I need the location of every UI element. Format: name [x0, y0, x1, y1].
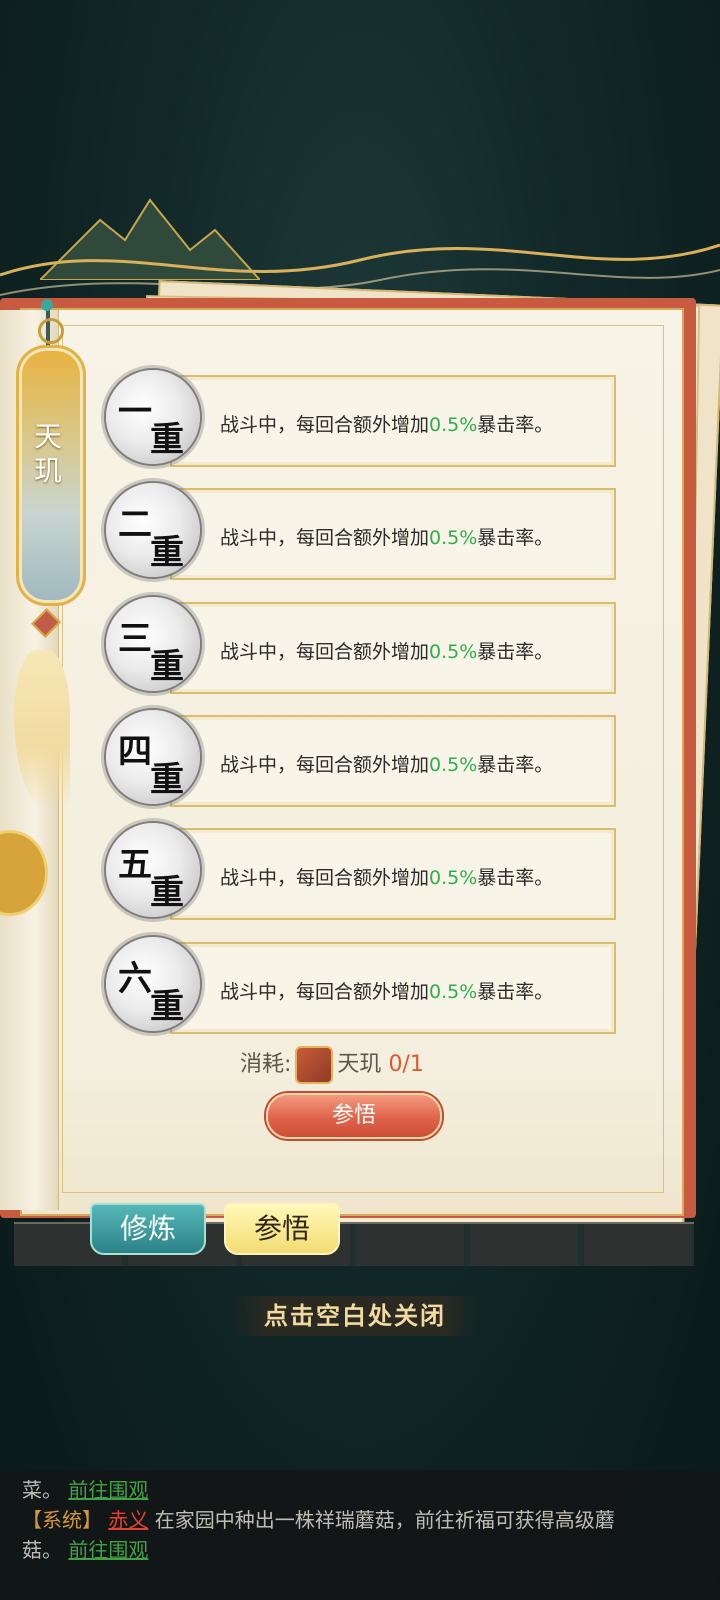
chat-line: 菜。 前往围观 — [22, 1478, 149, 1502]
tag-bead-icon — [41, 299, 53, 311]
tier-row: 战斗中，每回合额外增加0.5%暴击率。 — [170, 375, 616, 467]
close-hint: 点击空白处关闭 — [230, 1296, 480, 1336]
chat-line: 【系统】 赤义 在家园中种出一株祥瑞蘑菇，前往祈福可获得高级蘑 — [22, 1508, 615, 1532]
skill-book-icon — [295, 1046, 334, 1084]
chat-link[interactable]: 前往围观 — [68, 1538, 148, 1562]
tier-medal-icon: 五重 — [106, 823, 200, 917]
tier-row: 战斗中，每回合额外增加0.5%暴击率。 — [170, 828, 616, 920]
cost-item-name: 天玑 — [337, 1052, 382, 1077]
tier-row: 战斗中，每回合额外增加0.5%暴击率。 — [170, 602, 616, 694]
tier-medal-icon: 三重 — [106, 597, 200, 691]
tier-description: 战斗中，每回合额外增加0.5%暴击率。 — [220, 641, 554, 663]
tier-medal-icon: 一重 — [106, 370, 200, 464]
tier-description: 战斗中，每回合额外增加0.5%暴击率。 — [220, 527, 554, 549]
comprehend-button[interactable]: 参悟 — [266, 1093, 442, 1139]
tag-ring-icon — [38, 318, 64, 344]
tier-row: 战斗中，每回合额外增加0.5%暴击率。 — [170, 488, 616, 580]
cost-count: 0/1 — [388, 1052, 424, 1077]
tier-description: 战斗中，每回合额外增加0.5%暴击率。 — [220, 981, 554, 1003]
tier-description: 战斗中，每回合额外增加0.5%暴击率。 — [220, 867, 554, 889]
chat-player-name[interactable]: 赤义 — [108, 1508, 148, 1532]
tier-description: 战斗中，每回合额外增加0.5%暴击率。 — [220, 414, 554, 436]
tier-medal-icon: 二重 — [106, 483, 200, 577]
chat-link[interactable]: 前往围观 — [68, 1478, 148, 1502]
cost-label: 消耗: — [240, 1052, 292, 1077]
cost-line: 消耗: 天玑 0/1 — [240, 1046, 424, 1084]
skill-tag-label: 天玑 — [33, 420, 62, 487]
tier-row: 战斗中，每回合额外增加0.5%暴击率。 — [170, 715, 616, 807]
chat-line: 菇。 前往围观 — [22, 1538, 149, 1562]
chat-system-tag: 【系统】 — [22, 1508, 102, 1532]
tab-cultivate[interactable]: 修炼 — [90, 1203, 206, 1255]
tier-description: 战斗中，每回合额外增加0.5%暴击率。 — [220, 754, 554, 776]
tier-row: 战斗中，每回合额外增加0.5%暴击率。 — [170, 942, 616, 1034]
tier-medal-icon: 六重 — [106, 937, 200, 1031]
tier-medal-icon: 四重 — [106, 710, 200, 804]
chat-panel[interactable]: 菜。 前往围观 【系统】 赤义 在家园中种出一株祥瑞蘑菇，前往祈福可获得高级蘑 … — [0, 1470, 720, 1600]
tab-comprehend[interactable]: 参悟 — [224, 1203, 340, 1255]
